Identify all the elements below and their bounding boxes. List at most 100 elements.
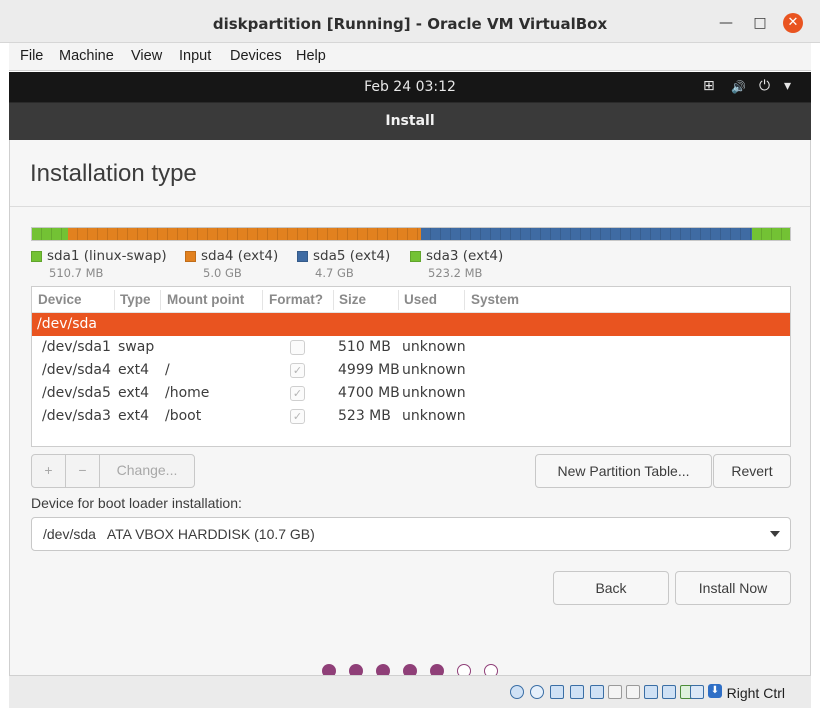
install-now-button[interactable]: Install Now (675, 571, 791, 605)
chevron-down-icon[interactable]: ▾ (784, 78, 791, 94)
col-mount[interactable]: Mount point (167, 292, 244, 307)
menu-view[interactable]: View (131, 48, 162, 64)
optical-drive-icon[interactable] (530, 685, 544, 699)
column-divider (398, 290, 399, 310)
back-button[interactable]: Back (553, 571, 669, 605)
partition-segment-sda5 (420, 228, 753, 240)
audio-icon[interactable] (550, 685, 564, 699)
hard-disk-icon[interactable] (510, 685, 524, 699)
boot-loader-select[interactable]: /dev/sda ATA VBOX HARDDISK (10.7 GB) (31, 517, 791, 551)
video-capture-icon[interactable] (644, 685, 658, 699)
new-partition-table-button[interactable]: New Partition Table... (535, 454, 712, 488)
col-used[interactable]: Used (404, 292, 437, 307)
column-divider (464, 290, 465, 310)
partition-actions-group: + − Change... (31, 454, 195, 488)
partition-segment-sda3 (752, 228, 790, 240)
column-divider (114, 290, 115, 310)
legend-label: sda5 (ext4) (313, 248, 391, 264)
table-row[interactable]: /dev/sda4 ext4 / ✓ 4999 MB unknown (32, 359, 790, 382)
network-adapter-icon[interactable] (570, 685, 584, 699)
menu-help[interactable]: Help (296, 48, 326, 64)
menu-file[interactable]: File (20, 48, 43, 64)
row-type: ext4 (118, 408, 150, 424)
clock[interactable]: Feb 24 03:12 (9, 79, 811, 95)
row-type: swap (118, 339, 155, 355)
display-icon[interactable] (626, 685, 640, 699)
row-size: 4700 MB (338, 385, 400, 401)
table-row-selected[interactable]: /dev/sda (32, 313, 790, 336)
chevron-down-icon (770, 531, 780, 537)
installer-header: Install (9, 102, 811, 140)
table-header: Device Type Mount point Format? Size Use… (32, 287, 790, 313)
add-partition-button[interactable]: + (32, 454, 66, 488)
revert-button[interactable]: Revert (713, 454, 791, 488)
row-used: unknown (402, 362, 466, 378)
usb-icon[interactable] (590, 685, 604, 699)
row-mount: /home (165, 385, 210, 401)
partition-segment-sda1 (32, 228, 69, 240)
legend-swatch (297, 251, 308, 262)
boot-loader-label: Device for boot loader installation: (31, 495, 242, 511)
legend-size: 5.0 GB (203, 266, 242, 280)
row-size: 4999 MB (338, 362, 400, 378)
host-key-arrow-icon: ⬇ (708, 684, 722, 698)
menubar: File Machine View Input Devices Help (9, 43, 811, 71)
legend-swatch (410, 251, 421, 262)
close-icon[interactable]: ✕ (783, 13, 803, 33)
remove-partition-button[interactable]: − (66, 454, 100, 488)
column-divider (333, 290, 334, 310)
format-checkbox-checked[interactable]: ✓ (290, 363, 305, 378)
col-type[interactable]: Type (120, 292, 151, 307)
legend-size: 510.7 MB (49, 266, 104, 280)
page-title: Installation type (30, 160, 197, 187)
col-system[interactable]: System (471, 292, 519, 307)
legend-swatch (31, 251, 42, 262)
row-device: /dev/sda5 (42, 385, 111, 401)
col-format[interactable]: Format? (269, 292, 323, 307)
menu-devices[interactable]: Devices (230, 48, 282, 64)
format-checkbox-checked[interactable]: ✓ (290, 386, 305, 401)
legend-label: sda1 (linux-swap) (47, 248, 167, 264)
row-device: /dev/sda4 (42, 362, 111, 378)
row-size: 510 MB (338, 339, 391, 355)
row-device: /dev/sda (37, 316, 97, 332)
row-type: ext4 (118, 385, 150, 401)
installer-header-title: Install (385, 113, 435, 129)
volume-icon[interactable]: 🔊 (731, 80, 746, 94)
row-device: /dev/sda3 (42, 408, 111, 424)
row-mount: /boot (165, 408, 202, 424)
column-divider (262, 290, 263, 310)
mouse-integration-icon[interactable] (690, 685, 704, 699)
format-checkbox-checked[interactable]: ✓ (290, 409, 305, 424)
divider (10, 206, 810, 207)
col-device[interactable]: Device (38, 292, 82, 307)
host-key-label: Right Ctrl (726, 685, 785, 701)
change-partition-button[interactable]: Change... (100, 454, 194, 488)
shared-folders-icon[interactable] (608, 685, 622, 699)
format-checkbox[interactable] (290, 340, 305, 355)
col-size[interactable]: Size (339, 292, 366, 307)
row-device: /dev/sda1 (42, 339, 111, 355)
boot-loader-value: /dev/sda ATA VBOX HARDDISK (10.7 GB) (43, 526, 315, 542)
power-icon[interactable]: ⏻ (759, 78, 770, 94)
row-mount: / (165, 362, 170, 378)
menu-input[interactable]: Input (179, 48, 211, 64)
minimize-icon[interactable]: — (717, 14, 735, 32)
legend-size: 523.2 MB (428, 266, 483, 280)
table-row[interactable]: /dev/sda1 swap 510 MB unknown (32, 336, 790, 359)
menu-machine[interactable]: Machine (59, 48, 114, 64)
virtualization-icon[interactable] (662, 685, 676, 699)
maximize-icon[interactable]: □ (751, 14, 769, 32)
row-size: 523 MB (338, 408, 391, 424)
installer-content: Installation type sda1 (linux-swap) 510.… (9, 140, 811, 678)
partition-bar (31, 227, 791, 241)
column-divider (160, 290, 161, 310)
table-row[interactable]: /dev/sda3 ext4 /boot ✓ 523 MB unknown (32, 405, 790, 428)
row-type: ext4 (118, 362, 150, 378)
network-icon[interactable]: ⊞ (703, 78, 715, 94)
row-used: unknown (402, 408, 466, 424)
legend-label: sda4 (ext4) (201, 248, 279, 264)
table-row[interactable]: /dev/sda5 ext4 /home ✓ 4700 MB unknown (32, 382, 790, 405)
legend-swatch (185, 251, 196, 262)
host-titlebar: diskpartition [Running] - Oracle VM Virt… (0, 0, 820, 43)
